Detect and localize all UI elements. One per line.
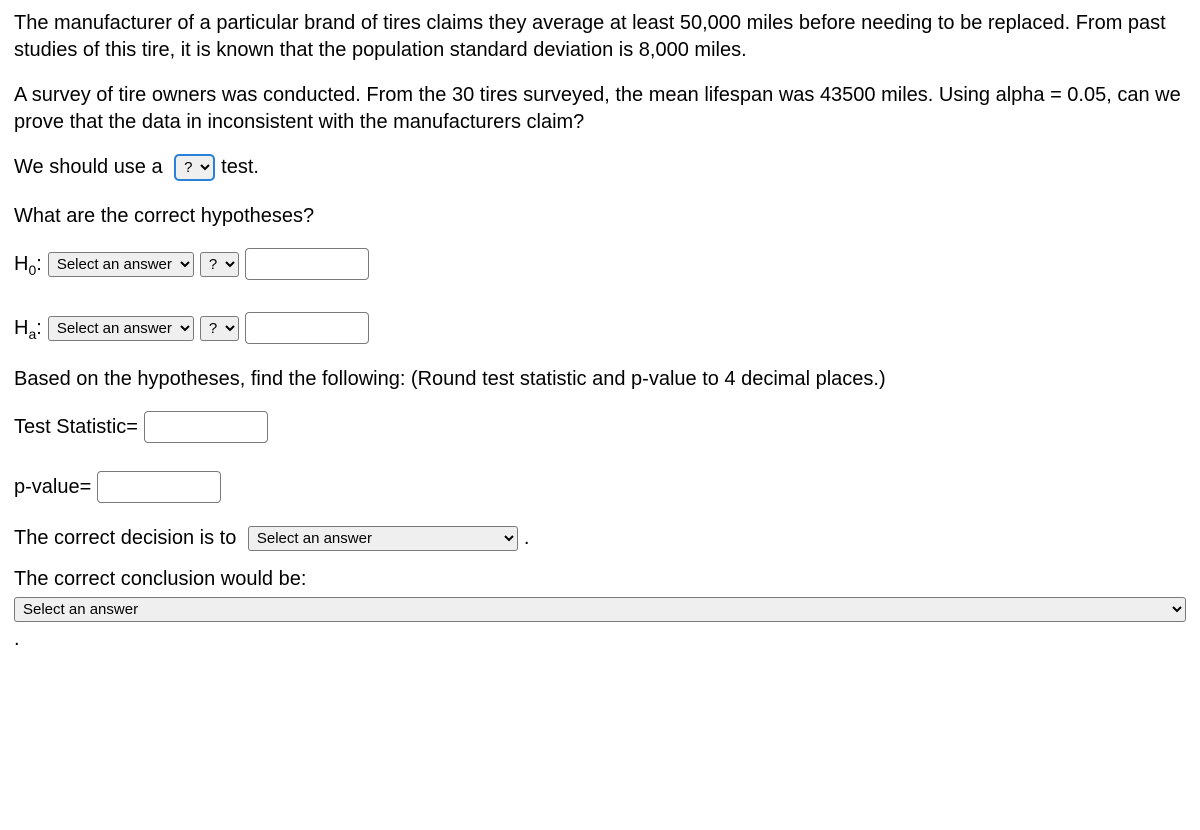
decision-suffix: . bbox=[524, 525, 530, 552]
paragraph-2: A survey of tire owners was conducted. F… bbox=[14, 82, 1186, 136]
decision-select[interactable]: Select an answer bbox=[248, 526, 518, 551]
hypotheses-question: What are the correct hypotheses? bbox=[14, 203, 1186, 230]
test-type-select[interactable]: ? bbox=[174, 154, 215, 181]
test-type-suffix: test. bbox=[221, 154, 259, 181]
ha-row: Ha: Select an answer ? bbox=[14, 312, 1186, 344]
pvalue-row: p-value= bbox=[14, 471, 1186, 503]
ha-label: Ha: bbox=[14, 315, 42, 342]
pvalue-label: p-value= bbox=[14, 474, 91, 501]
instruction: Based on the hypotheses, find the follow… bbox=[14, 366, 1186, 393]
test-statistic-row: Test Statistic= bbox=[14, 411, 1186, 443]
h0-row: H0: Select an answer ? bbox=[14, 248, 1186, 280]
h0-operator-select[interactable]: ? bbox=[200, 252, 239, 277]
ha-operator-select[interactable]: ? bbox=[200, 316, 239, 341]
decision-row: The correct decision is to Select an ans… bbox=[14, 525, 1186, 552]
h0-value-input[interactable] bbox=[245, 248, 369, 280]
conclusion-label: The correct conclusion would be: bbox=[14, 566, 1186, 593]
conclusion-block: The correct conclusion would be: Select … bbox=[14, 566, 1186, 622]
conclusion-select[interactable]: Select an answer bbox=[14, 597, 1186, 622]
test-statistic-label: Test Statistic= bbox=[14, 414, 138, 441]
ha-value-input[interactable] bbox=[245, 312, 369, 344]
test-type-row: We should use a ? test. bbox=[14, 154, 1186, 181]
pvalue-input[interactable] bbox=[97, 471, 221, 503]
h0-label: H0: bbox=[14, 251, 42, 278]
bullet-dot: . bbox=[14, 626, 1186, 653]
decision-prefix: The correct decision is to bbox=[14, 525, 242, 552]
paragraph-1: The manufacturer of a particular brand o… bbox=[14, 10, 1186, 64]
ha-symbol-select[interactable]: Select an answer bbox=[48, 316, 194, 341]
test-type-prefix: We should use a bbox=[14, 154, 168, 181]
h0-symbol-select[interactable]: Select an answer bbox=[48, 252, 194, 277]
test-statistic-input[interactable] bbox=[144, 411, 268, 443]
